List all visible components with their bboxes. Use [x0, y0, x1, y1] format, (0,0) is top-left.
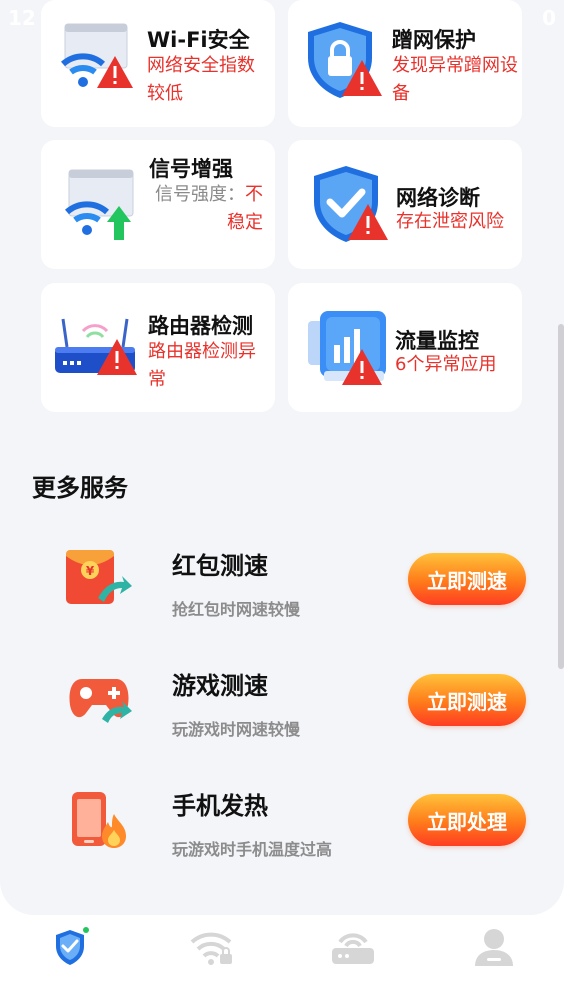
card-leech-protection[interactable]: 蹭网保护 发现异常蹭网设备: [288, 0, 522, 127]
speed-test-button[interactable]: 立即测速: [408, 674, 526, 726]
status-right: 0: [542, 6, 556, 30]
chart-warning-icon: [308, 311, 386, 385]
tab-wifi-lock-icon[interactable]: [190, 928, 234, 966]
speed-test-button[interactable]: 立即测速: [408, 553, 526, 605]
wifi-warning-icon: [61, 23, 133, 88]
service-title: 游戏测速: [172, 672, 268, 700]
phone-heat-icon: [72, 792, 126, 848]
status-time: 12: [8, 6, 36, 30]
service-title: 红包测速: [172, 552, 268, 580]
red-packet-icon: ¥: [66, 550, 132, 604]
card-traffic-monitor[interactable]: 流量监控 6个异常应用: [288, 283, 522, 412]
card-title: 路由器检测: [148, 314, 253, 338]
signal-label: 信号强度：: [155, 184, 245, 205]
card-router-check[interactable]: 路由器检测 路由器检测异常: [41, 283, 275, 412]
card-title: 蹭网保护: [392, 28, 476, 52]
gamepad-icon: [69, 679, 132, 723]
card-desc: 6个异常应用: [395, 354, 497, 375]
card-desc: 信号强度：不稳定: [149, 181, 263, 237]
card-title: Wi-Fi安全: [147, 28, 250, 52]
tab-router-icon[interactable]: [330, 926, 376, 966]
shield-lock-warning-icon: [308, 22, 382, 98]
card-desc: 路由器检测异常: [148, 341, 256, 390]
card-wifi-security[interactable]: Wi-Fi安全 网络安全指数较低: [41, 0, 275, 127]
svg-text:¥: ¥: [86, 564, 95, 578]
tab-shield-check-icon[interactable]: [52, 926, 92, 968]
card-desc: 网络安全指数较低: [147, 55, 255, 104]
more-services-title: 更多服务: [32, 474, 128, 502]
tab-user-icon[interactable]: [473, 926, 515, 968]
card-desc: 存在泄密风险: [396, 211, 504, 232]
service-subtitle: 玩游戏时手机温度过高: [172, 840, 333, 859]
service-title: 手机发热: [172, 792, 268, 820]
handle-now-button[interactable]: 立即处理: [408, 794, 526, 846]
card-title: 信号增强: [149, 157, 233, 181]
card-network-diagnosis[interactable]: 网络诊断 存在泄密风险: [288, 140, 522, 269]
service-subtitle: 玩游戏时网速较慢: [172, 720, 301, 739]
card-signal-boost[interactable]: 信号增强 信号强度：不稳定: [41, 140, 275, 269]
router-warning-icon: [55, 318, 137, 375]
card-desc: 发现异常蹭网设备: [392, 55, 518, 104]
wifi-boost-icon: [65, 169, 134, 240]
content-sheet: [0, 0, 564, 915]
service-subtitle: 抢红包时网速较慢: [172, 600, 301, 619]
shield-check-warning-icon: [314, 166, 388, 242]
scrollbar-thumb[interactable]: [558, 324, 564, 669]
